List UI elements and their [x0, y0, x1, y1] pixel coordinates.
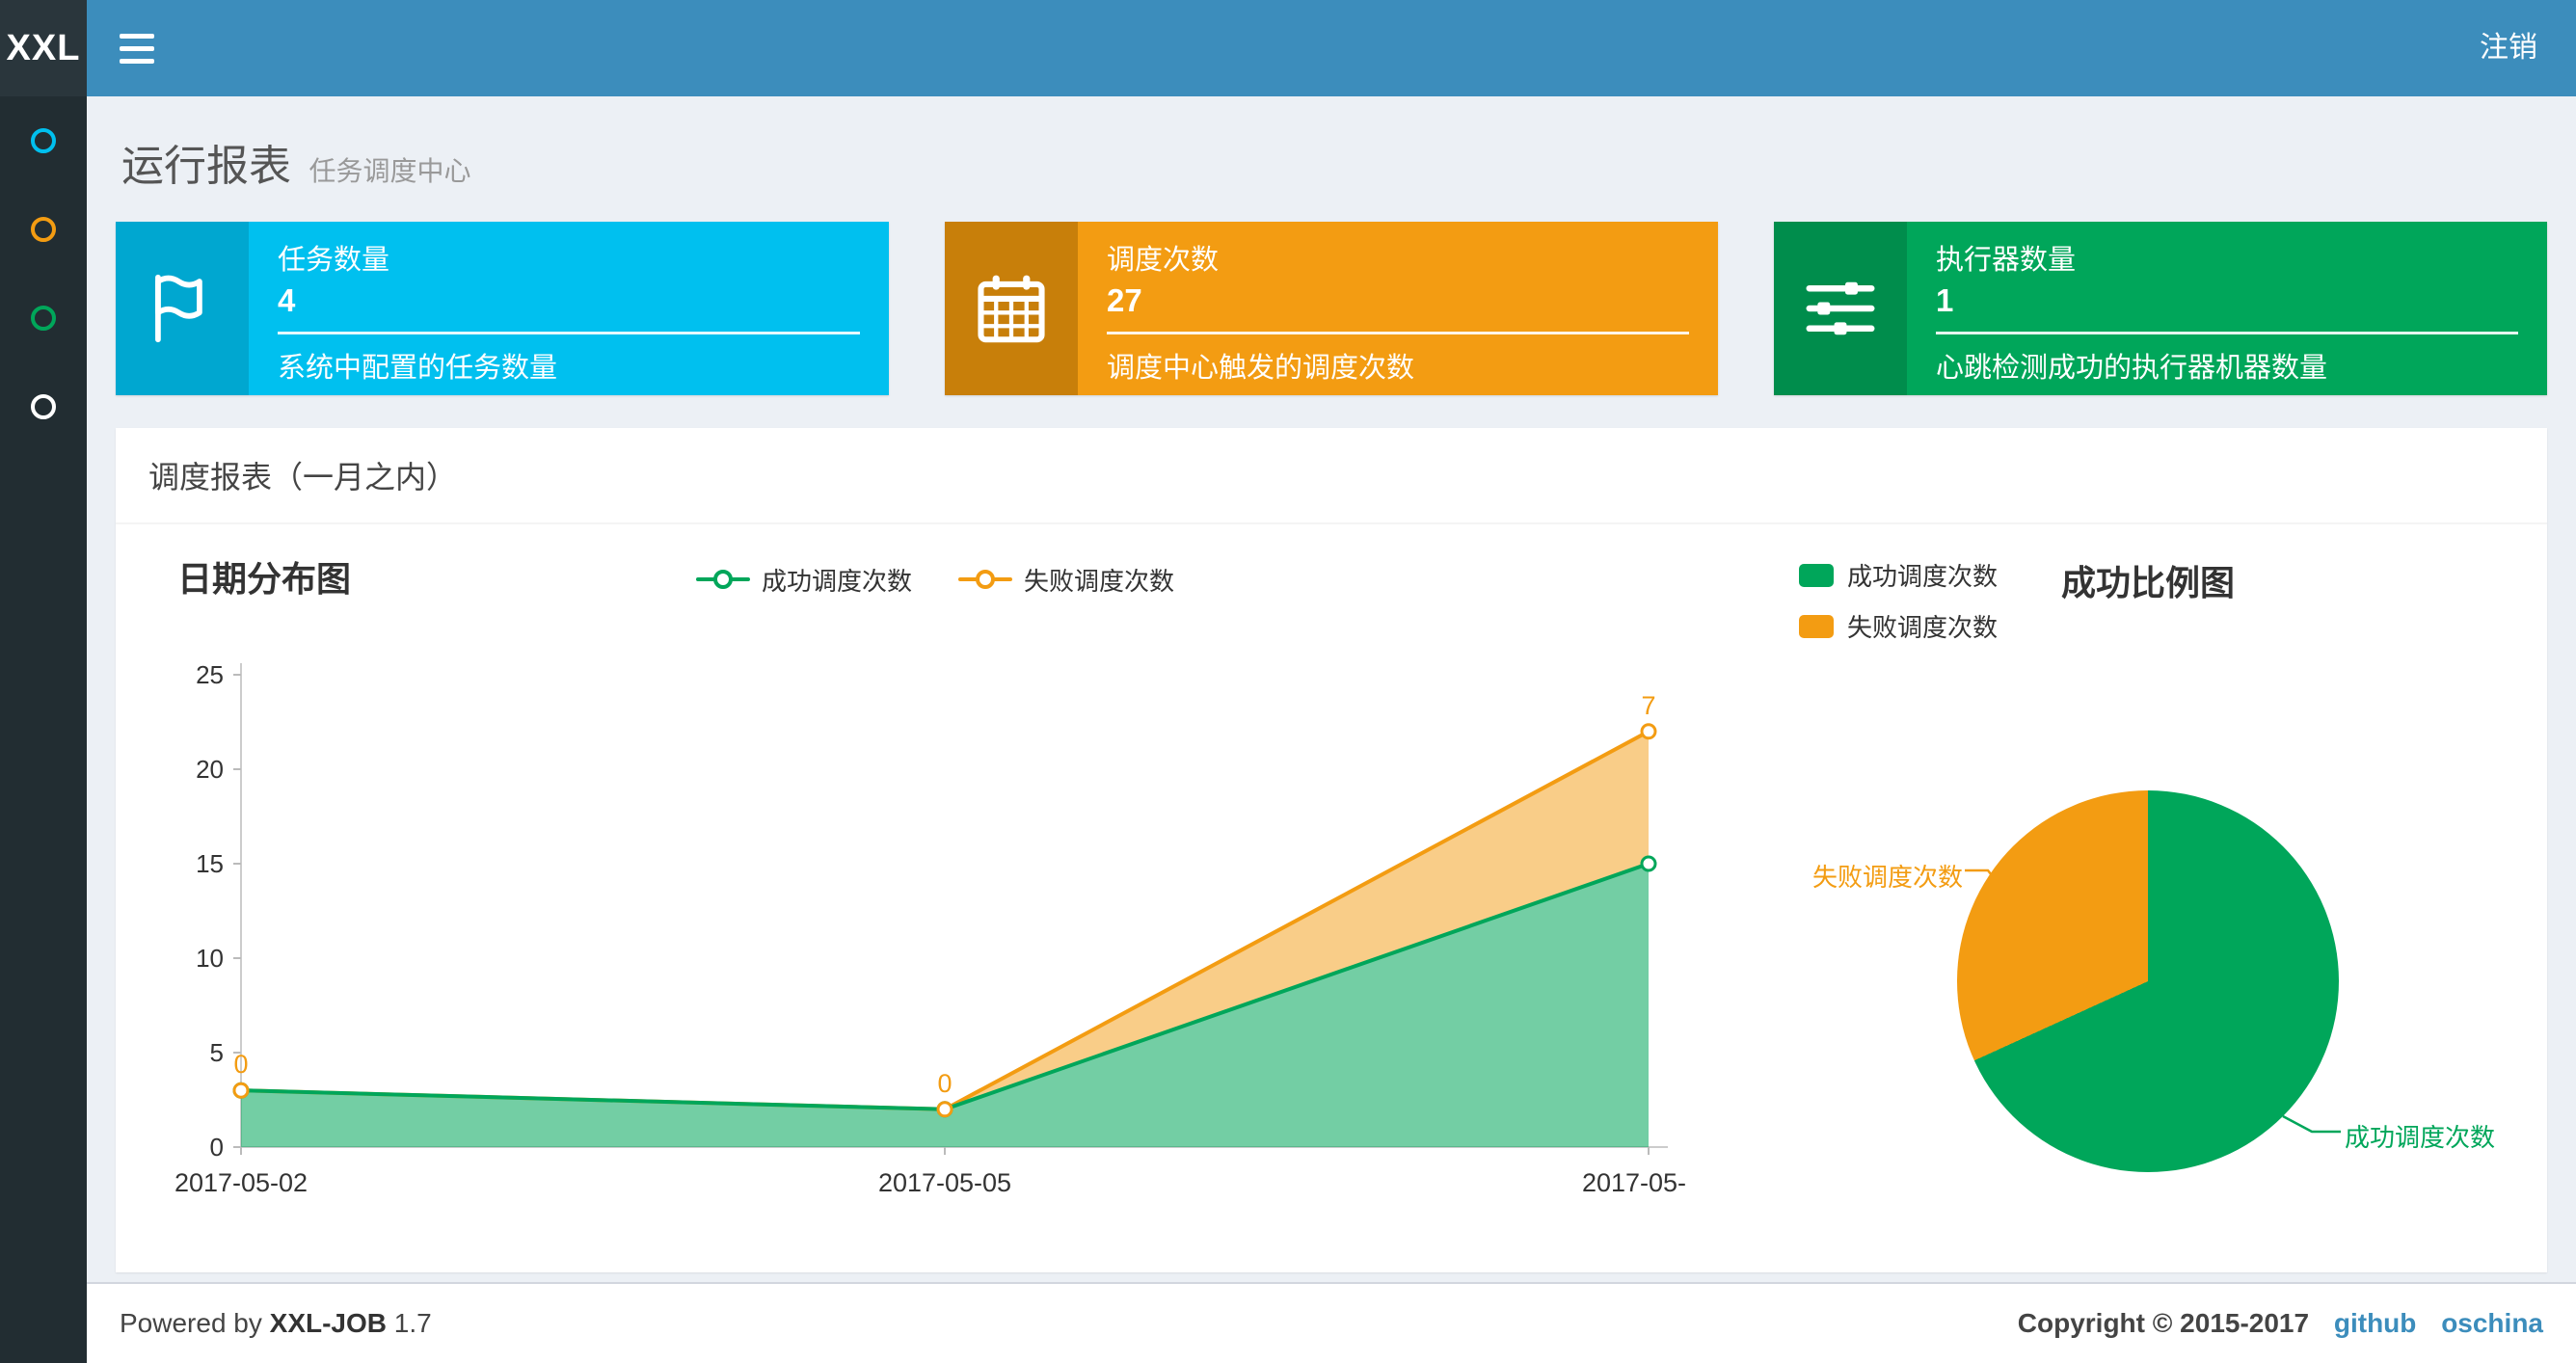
line-chart-legend: 成功调度次数 失败调度次数	[695, 551, 1174, 607]
copyright: Copyright © 2015-2017	[2017, 1308, 2310, 1338]
svg-text:5: 5	[210, 1038, 224, 1067]
app-logo: XXL	[0, 0, 87, 96]
success-ratio-chart: 成功调度次数 失败调度次数 成功比例图 失败调度次数 成功调度次数	[1726, 551, 2518, 1238]
sliders-icon	[1774, 222, 1907, 395]
legend-label: 成功调度次数	[761, 566, 912, 596]
pie-connector-lines	[1965, 869, 2341, 1134]
legend-label: 失败调度次数	[1847, 613, 1999, 642]
oschina-link[interactable]: oschina	[2441, 1308, 2543, 1338]
sidebar-item-2[interactable]	[0, 185, 87, 274]
github-link[interactable]: github	[2334, 1308, 2417, 1338]
info-box-divider	[1936, 332, 2518, 334]
legend-item-fail[interactable]: 失败调度次数	[1799, 608, 1998, 644]
svg-text:0: 0	[233, 1050, 248, 1079]
pie-chart-title: 成功比例图	[2061, 563, 2236, 602]
calendar-icon	[945, 222, 1078, 395]
legend-label: 成功调度次数	[1847, 562, 1999, 591]
svg-text:20: 20	[196, 755, 224, 784]
svg-text:2017-05-05: 2017-05-05	[878, 1168, 1011, 1197]
line-marker-icon	[958, 577, 1012, 581]
hamburger-icon	[120, 33, 154, 39]
line-chart-title: 日期分布图	[177, 559, 352, 599]
circle-icon	[31, 394, 56, 419]
info-box-executors: 执行器数量 1 心跳检测成功的执行器机器数量	[1774, 222, 2547, 395]
svg-text:10: 10	[196, 944, 224, 973]
svg-text:2017-05-08: 2017-05-08	[1582, 1168, 1687, 1197]
legend-item-fail[interactable]: 失败调度次数	[958, 562, 1174, 598]
info-box-jobs: 任务数量 4 系统中配置的任务数量	[116, 222, 889, 395]
info-box-title: 执行器数量	[1936, 245, 2077, 276]
info-box-value: 1	[1936, 282, 1954, 318]
page-header: 运行报表 任务调度中心	[116, 120, 2547, 222]
main-content: 运行报表 任务调度中心 任务数量 4 系统中配置的任务数量 调度次数 27 调度…	[87, 96, 2576, 1272]
info-box-description: 系统中配置的任务数量	[278, 353, 558, 384]
brand-name: XXL-JOB	[269, 1308, 388, 1338]
info-box-title: 任务数量	[278, 245, 390, 276]
svg-text:0: 0	[210, 1133, 224, 1162]
date-distribution-chart: 日期分布图 成功调度次数 失败调度次数 0 5 10 15 20 25 2017-05-02…	[145, 551, 1726, 1238]
info-box-row: 任务数量 4 系统中配置的任务数量 调度次数 27 调度中心触发的调度次数 执行…	[116, 222, 2547, 395]
panel-title: 调度报表（一月之内）	[116, 428, 2547, 524]
svg-text:25: 25	[196, 660, 224, 689]
pie-label-fail: 失败调度次数	[1811, 863, 1963, 892]
swatch-icon	[1799, 563, 1834, 587]
flag-icon	[116, 222, 249, 395]
info-box-value: 4	[278, 282, 296, 318]
circle-icon	[31, 306, 56, 331]
svg-text:2017-05-02: 2017-05-02	[174, 1168, 308, 1197]
info-box-triggers: 调度次数 27 调度中心触发的调度次数	[945, 222, 1718, 395]
svg-text:7: 7	[1641, 691, 1655, 720]
info-box-divider	[1107, 332, 1689, 334]
swatch-icon	[1799, 614, 1834, 638]
pie-chart-legend: 成功调度次数 失败调度次数	[1799, 557, 1998, 644]
line-chart-svg: 05101520252017-05-022017-05-052017-05-08…	[174, 660, 1687, 1197]
circle-icon	[31, 217, 56, 242]
info-box-description: 心跳检测成功的执行器机器数量	[1936, 353, 2328, 384]
svg-text:0: 0	[937, 1069, 952, 1098]
legend-item-success[interactable]: 成功调度次数	[695, 562, 912, 598]
pie-label-success: 成功调度次数	[2345, 1123, 2496, 1152]
version: 1.7	[393, 1308, 432, 1338]
sidebar-toggle-button[interactable]	[87, 0, 187, 96]
sidebar	[0, 96, 87, 1363]
legend-item-success[interactable]: 成功调度次数	[1799, 557, 1998, 593]
info-box-divider	[278, 332, 860, 334]
legend-label: 失败调度次数	[1024, 566, 1175, 596]
info-box-description: 调度中心触发的调度次数	[1107, 353, 1415, 384]
logout-link[interactable]: 注销	[2441, 0, 2576, 96]
info-box-value: 27	[1107, 282, 1142, 318]
page-subtitle: 任务调度中心	[309, 156, 471, 186]
page-title: 运行报表	[121, 143, 291, 190]
info-box-title: 调度次数	[1107, 245, 1220, 276]
svg-text:15: 15	[196, 849, 224, 878]
sidebar-item-1[interactable]	[0, 96, 87, 185]
powered-by: Powered by XXL-JOB 1.7	[120, 1308, 432, 1338]
top-navbar: XXL 注销	[0, 0, 2576, 96]
footer: Powered by XXL-JOB 1.7 Copyright © 2015-…	[87, 1282, 2576, 1363]
circle-icon	[31, 128, 56, 153]
report-panel: 调度报表（一月之内） 日期分布图 成功调度次数 失败调度次数 0 5 10 15…	[116, 428, 2547, 1272]
sidebar-item-3[interactable]	[0, 274, 87, 362]
sidebar-item-4[interactable]	[0, 362, 87, 451]
line-marker-icon	[695, 577, 750, 581]
